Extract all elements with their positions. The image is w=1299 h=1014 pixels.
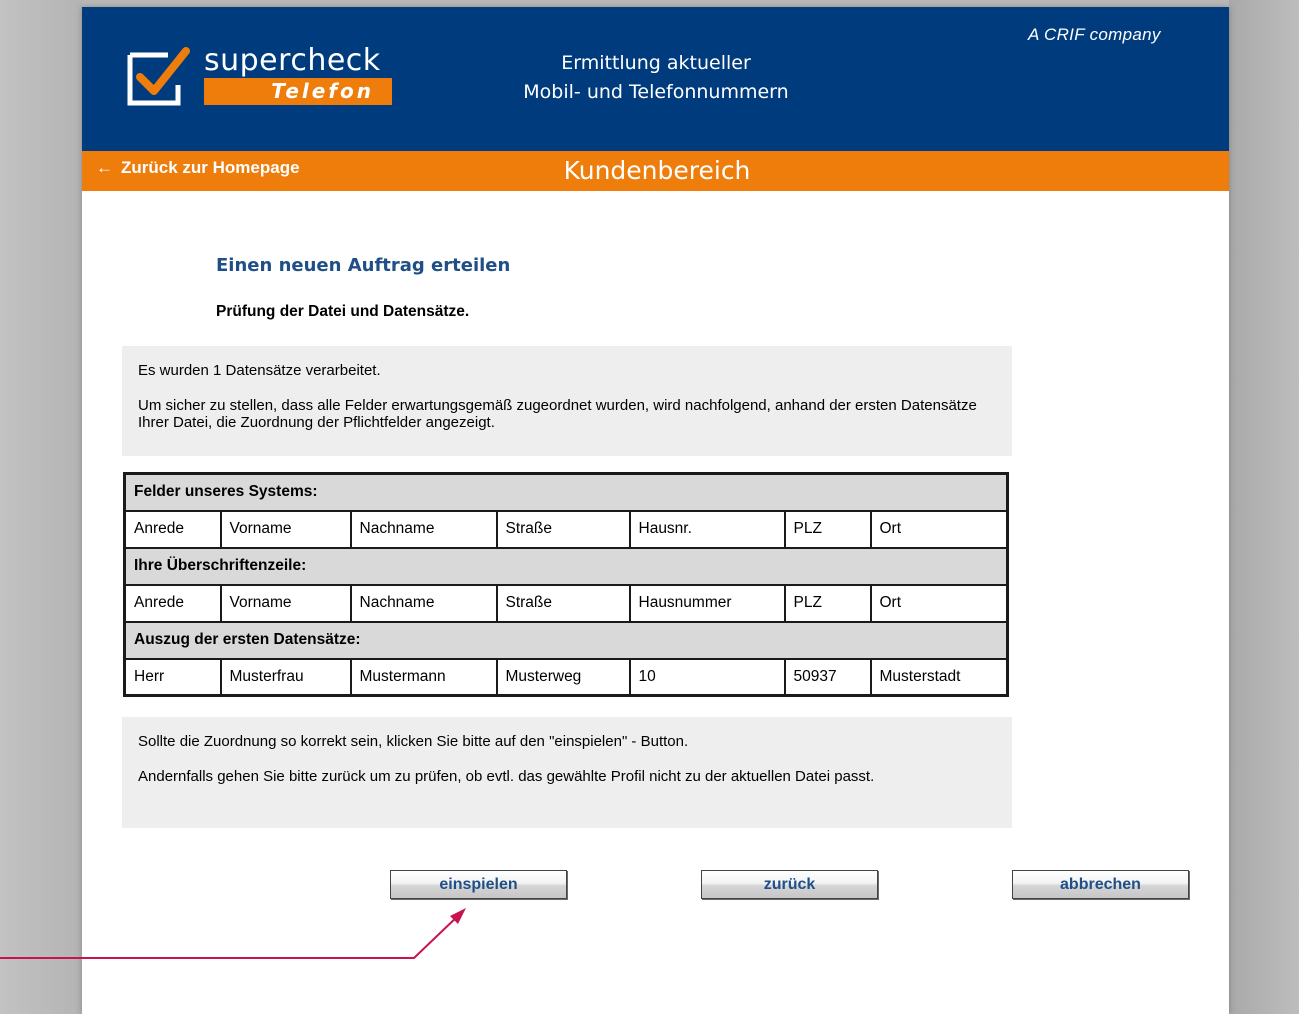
table-section-row: Felder unseres Systems: xyxy=(123,472,1009,512)
section-heading-sample-records: Auszug der ersten Datensätze: xyxy=(123,620,1009,660)
field-mapping-table: Felder unseres Systems: Anrede Vorname N… xyxy=(123,472,1009,697)
table-cell: Anrede xyxy=(123,509,222,549)
table-cell: Vorname xyxy=(219,583,352,623)
info-mapping-explanation: Um sicher zu stellen, dass alle Felder e… xyxy=(138,397,977,431)
table-cell: Nachname xyxy=(349,583,498,623)
table-cell: Hausnr. xyxy=(628,509,786,549)
right-background xyxy=(1229,0,1299,1014)
einspielen-button[interactable]: einspielen xyxy=(390,870,567,899)
table-cell: Anrede xyxy=(123,583,222,623)
tagline-line-1: Ermittlung aktueller xyxy=(561,52,751,74)
table-cell: Nachname xyxy=(349,509,498,549)
table-cell: PLZ xyxy=(783,509,872,549)
table-cell: Musterweg xyxy=(495,657,631,697)
zurueck-button[interactable]: zurück xyxy=(701,870,878,899)
table-row: Anrede Vorname Nachname Straße Hausnr. P… xyxy=(123,509,1009,549)
table-cell: Mustermann xyxy=(349,657,498,697)
table-cell: 50937 xyxy=(783,657,872,697)
table-cell: Herr xyxy=(123,657,222,697)
header-tagline: Ermittlung aktueller Mobil- und Telefonn… xyxy=(482,49,830,107)
info-box-processing: Es wurden 1 Datensätze verarbeitet. Um s… xyxy=(122,346,1012,456)
table-cell: Vorname xyxy=(219,509,352,549)
table-cell: Musterstadt xyxy=(869,657,1009,697)
table-cell: Ort xyxy=(869,509,1009,549)
table-cell: 10 xyxy=(628,657,786,697)
table-section-row: Ihre Überschriftenzeile: xyxy=(123,546,1009,586)
table-section-row: Auszug der ersten Datensätze: xyxy=(123,620,1009,660)
tagline-line-2: Mobil- und Telefonnummern xyxy=(523,81,789,103)
info-confirm-instruction: Sollte die Zuordnung so korrekt sein, kl… xyxy=(138,733,689,750)
logo-word: supercheck xyxy=(204,43,381,78)
left-arrow-icon: ← xyxy=(96,158,113,177)
section-heading-system-fields: Felder unseres Systems: xyxy=(123,472,1009,512)
table-row: Herr Musterfrau Mustermann Musterweg 10 … xyxy=(123,657,1009,697)
table-cell: PLZ xyxy=(783,583,872,623)
callout-arrow-icon xyxy=(0,908,466,959)
page-subtitle: Prüfung der Datei und Datensätze. xyxy=(216,303,470,320)
info-processed-count: Es wurden 1 Datensätze verarbeitet. xyxy=(138,362,381,379)
table-cell: Straße xyxy=(495,583,631,623)
table-cell: Hausnummer xyxy=(628,583,786,623)
header: supercheck Telefon Ermittlung aktueller … xyxy=(82,7,1229,151)
back-to-homepage-link[interactable]: ← Zurück zur Homepage xyxy=(96,158,300,178)
table-cell: Straße xyxy=(495,509,631,549)
back-link-label: Zurück zur Homepage xyxy=(121,158,300,177)
left-background xyxy=(0,0,82,1014)
page-title: Einen neuen Auftrag erteilen xyxy=(216,255,511,276)
table-cell: Musterfrau xyxy=(219,657,352,697)
table-cell: Ort xyxy=(869,583,1009,623)
page: supercheck Telefon Ermittlung aktueller … xyxy=(82,7,1229,1014)
section-heading-your-headers: Ihre Überschriftenzeile: xyxy=(123,546,1009,586)
section-title: Kundenbereich xyxy=(563,156,751,185)
logo-subtitle: Telefon xyxy=(204,78,392,105)
info-box-instructions: Sollte die Zuordnung so korrekt sein, kl… xyxy=(122,717,1012,828)
checkmark-logo-icon xyxy=(127,47,190,106)
crif-company-logo: A CRIF company xyxy=(1028,25,1161,44)
table-row: Anrede Vorname Nachname Straße Hausnumme… xyxy=(123,583,1009,623)
info-back-instruction: Andernfalls gehen Sie bitte zurück um zu… xyxy=(138,768,875,785)
abbrechen-button[interactable]: abbrechen xyxy=(1012,870,1189,899)
